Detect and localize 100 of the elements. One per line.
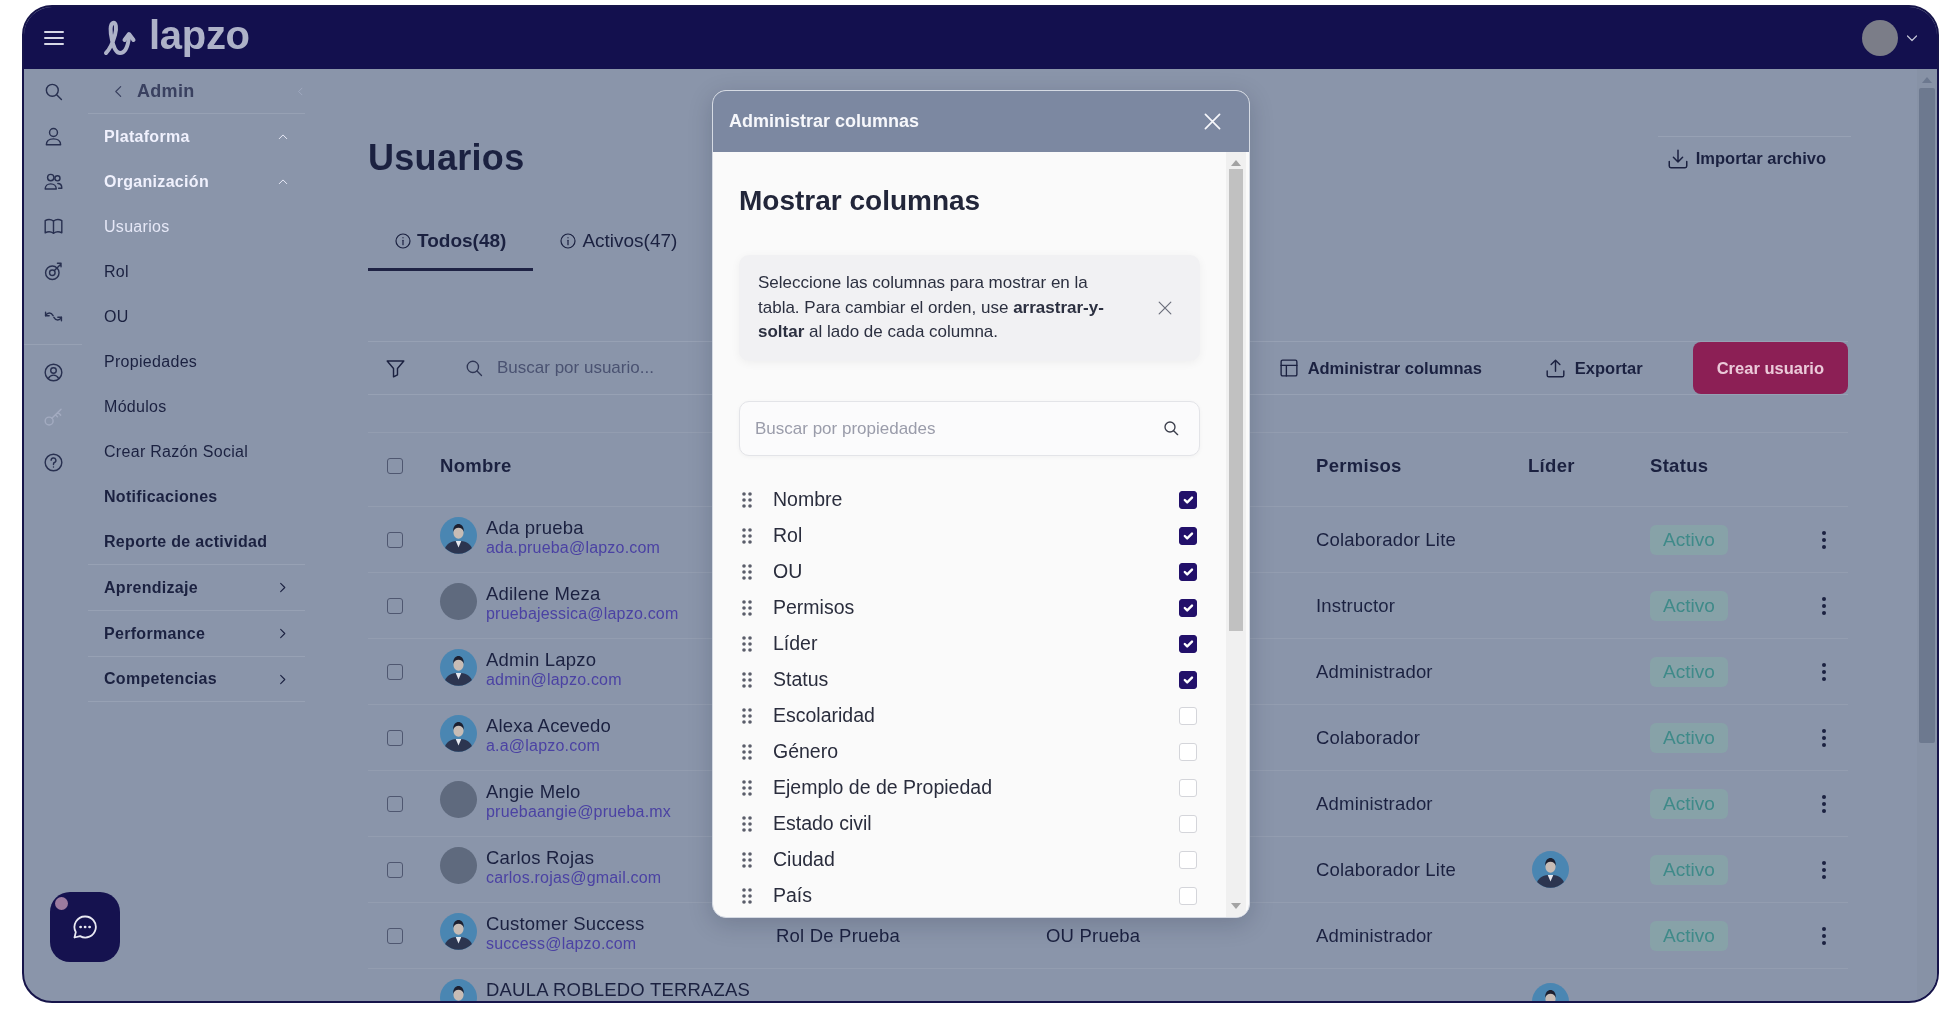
drag-handle-icon[interactable]	[742, 744, 752, 760]
column-label: Permisos	[773, 595, 855, 621]
modal-heading: Mostrar columnas	[739, 184, 981, 218]
user-avatar-icon	[440, 715, 477, 752]
sidebar-item[interactable]: Módulos	[88, 384, 305, 429]
user-email: pruebajessica@lapzo.com	[486, 604, 679, 623]
drag-handle-icon[interactable]	[742, 636, 752, 652]
more-options-icon[interactable]	[1822, 860, 1826, 879]
user-icon[interactable]	[43, 127, 63, 146]
row-checkbox[interactable]	[387, 597, 403, 614]
column-label: Género	[773, 739, 839, 765]
export-button[interactable]: Exportar	[1537, 348, 1651, 388]
status-tag: Activo	[1650, 656, 1728, 687]
more-options-icon[interactable]	[1822, 926, 1826, 945]
more-options-icon[interactable]	[1822, 662, 1826, 681]
status-tag: Activo	[1650, 920, 1728, 951]
users-icon[interactable]	[43, 172, 63, 191]
row-checkbox[interactable]	[387, 531, 403, 548]
user-avatar-icon	[1532, 851, 1569, 888]
user-name: Angie Melo	[486, 781, 581, 802]
scrollbar[interactable]	[1226, 152, 1246, 917]
menu-icon[interactable]	[43, 29, 65, 47]
avatar-photo	[440, 781, 477, 818]
column-checkbox[interactable]	[1179, 563, 1197, 581]
more-options-icon[interactable]	[1822, 530, 1826, 549]
more-options-icon[interactable]	[1822, 794, 1826, 813]
search-field[interactable]: Buscar por propiedades	[739, 401, 1200, 456]
user-name: Adilene Meza	[486, 583, 601, 604]
search-icon	[465, 359, 483, 377]
drag-handle-icon[interactable]	[742, 492, 752, 508]
column-checkbox[interactable]	[1179, 599, 1197, 617]
user-avatar-icon	[440, 913, 477, 950]
row-checkbox[interactable]	[387, 729, 403, 746]
drag-handle-icon[interactable]	[742, 780, 752, 796]
status-tag: Activo	[1650, 854, 1728, 885]
drag-handle-icon[interactable]	[742, 564, 752, 580]
sidebar-item[interactable]: Notificaciones	[88, 474, 305, 519]
column-checkbox[interactable]	[1179, 671, 1197, 689]
info-icon	[560, 233, 577, 249]
drag-handle-icon[interactable]	[742, 852, 752, 868]
filter-icon[interactable]	[386, 358, 405, 378]
close-icon[interactable]	[1158, 301, 1172, 315]
logo-icon	[103, 18, 137, 58]
select-all-checkbox[interactable]	[387, 457, 403, 474]
row-checkbox[interactable]	[387, 861, 403, 878]
avatar-photo[interactable]	[1862, 20, 1898, 56]
column-header: Líder	[1528, 453, 1575, 478]
user-name: Customer Success	[486, 913, 645, 934]
drag-handle-icon[interactable]	[742, 672, 752, 688]
more-options-icon[interactable]	[1822, 728, 1826, 747]
tab[interactable]: Activos(47)	[533, 216, 705, 271]
help-icon[interactable]	[43, 453, 63, 472]
row-checkbox[interactable]	[387, 663, 403, 680]
info-icon	[395, 233, 411, 249]
import-button[interactable]: Importar archivo	[1657, 136, 1851, 180]
drag-handle-icon[interactable]	[742, 816, 752, 832]
scrollbar-thumb[interactable]	[1919, 88, 1935, 743]
chat-button[interactable]	[50, 892, 120, 962]
column-label: Ciudad	[773, 847, 835, 873]
row-checkbox[interactable]	[387, 927, 403, 944]
book-icon[interactable]	[43, 217, 63, 236]
search-icon[interactable]	[43, 82, 63, 101]
role-text: Rol De Prueba	[776, 924, 900, 946]
row-checkbox[interactable]	[387, 795, 403, 812]
sidebar-item[interactable]: Performance	[88, 610, 305, 656]
user-email: carlos.rojas@gmail.com	[486, 868, 662, 887]
search-field[interactable]: Buscar por usuario...	[497, 355, 697, 381]
tab[interactable]: Todos(48)	[368, 216, 534, 271]
drag-handle-icon[interactable]	[742, 528, 752, 544]
scrollbar-thumb[interactable]	[1229, 169, 1243, 631]
sidebar-item[interactable]: Rol	[88, 249, 305, 294]
drag-handle-icon[interactable]	[742, 888, 752, 904]
drag-handle-icon[interactable]	[742, 708, 752, 724]
user-circle-icon[interactable]	[43, 363, 63, 382]
manage-columns-button[interactable]: Administrar columnas	[1271, 348, 1490, 388]
column-checkbox[interactable]	[1179, 527, 1197, 545]
scrollbar[interactable]	[1917, 69, 1937, 1001]
column-label: Nombre	[773, 487, 843, 513]
columns-icon	[1279, 359, 1298, 377]
sidebar-item[interactable]: OU	[88, 294, 305, 339]
page-title: Usuarios	[368, 136, 525, 180]
sidebar-item[interactable]: Crear Razón Social	[88, 429, 305, 474]
drag-handle-icon[interactable]	[742, 600, 752, 616]
user-avatar-icon	[440, 649, 477, 686]
sidebar-item[interactable]: Plataforma	[88, 114, 305, 159]
target-icon[interactable]	[43, 262, 63, 281]
chevron-down-icon[interactable]	[1906, 32, 1918, 44]
sidebar-item[interactable]: Competencias	[88, 656, 305, 702]
search-icon	[1163, 420, 1179, 436]
more-options-icon[interactable]	[1822, 596, 1826, 615]
column-label: Líder	[773, 631, 818, 657]
column-checkbox[interactable]	[1179, 635, 1197, 653]
sidebar-item[interactable]: Propiedades	[88, 339, 305, 384]
sidebar-item[interactable]: Reporte de actividad	[88, 519, 305, 564]
column-checkbox[interactable]	[1179, 491, 1197, 509]
create-user-button[interactable]: Crear usuario	[1692, 342, 1848, 394]
sidebar-item[interactable]: Aprendizaje	[88, 564, 305, 610]
user-name: Alexa Acevedo	[486, 715, 611, 736]
sidebar-item[interactable]: Organización	[88, 159, 305, 204]
column-label: OU	[773, 559, 803, 585]
